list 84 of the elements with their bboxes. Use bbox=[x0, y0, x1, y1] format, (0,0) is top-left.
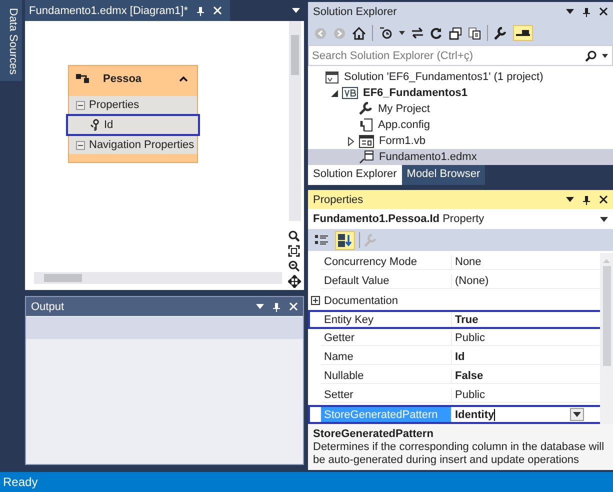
zoom-out-icon[interactable] bbox=[288, 260, 300, 272]
entity-property[interactable]: Id bbox=[66, 114, 200, 136]
fit-to-window-icon[interactable] bbox=[288, 245, 300, 257]
copy-files-icon[interactable] bbox=[468, 26, 481, 40]
refresh-icon[interactable] bbox=[430, 26, 443, 40]
property-value: (None) bbox=[451, 274, 600, 289]
property-value: Public bbox=[451, 331, 600, 346]
horizontal-scrollbar[interactable] bbox=[34, 272, 282, 284]
property-name[interactable]: Getter bbox=[321, 331, 451, 346]
entity-type-icon bbox=[75, 72, 91, 86]
property-value: False bbox=[451, 369, 600, 384]
description-title: StoreGeneratedPattern bbox=[313, 428, 434, 441]
panel-tab[interactable]: Solution Explorer bbox=[308, 165, 402, 185]
history-icon[interactable] bbox=[379, 26, 393, 40]
property-value: Id bbox=[451, 350, 600, 365]
tree-item[interactable]: EF6_Fundamentos1 bbox=[308, 85, 613, 101]
home-icon[interactable] bbox=[352, 26, 366, 40]
alphabetical-button[interactable] bbox=[335, 230, 355, 250]
form-icon bbox=[359, 134, 374, 148]
collapse-chevron-icon[interactable] bbox=[179, 76, 188, 82]
object-selector[interactable]: Fundamento1.Pessoa.Id Property bbox=[308, 209, 613, 229]
data-sources-tab[interactable]: Data Sources bbox=[0, 0, 22, 81]
sync-icon[interactable] bbox=[411, 27, 424, 39]
collapse-box-icon[interactable] bbox=[76, 100, 85, 110]
dropdown-icon[interactable] bbox=[573, 412, 581, 417]
solution-icon bbox=[325, 70, 339, 84]
pin-icon[interactable] bbox=[582, 6, 591, 16]
document-tab[interactable]: Fundamento1.edmx [Diagram1]* bbox=[25, 0, 230, 21]
tree-item[interactable]: App.config bbox=[308, 117, 613, 133]
panel-title: Output bbox=[31, 300, 64, 312]
section-label: Properties bbox=[89, 99, 140, 111]
collapsed-arrow-icon[interactable] bbox=[348, 136, 354, 146]
wrench-icon bbox=[359, 102, 373, 116]
wrench-icon[interactable] bbox=[494, 26, 507, 40]
dropdown-icon[interactable] bbox=[399, 31, 405, 35]
dropdown-icon[interactable] bbox=[256, 304, 264, 309]
pin-icon[interactable] bbox=[582, 194, 591, 204]
zoom-in-icon[interactable] bbox=[288, 230, 300, 242]
vertical-scrollbar[interactable] bbox=[289, 21, 301, 221]
close-icon[interactable] bbox=[599, 7, 608, 16]
tree-item[interactable]: Solution 'EF6_Fundamentos1' (1 project) bbox=[308, 69, 613, 85]
property-category[interactable]: Documentation bbox=[321, 294, 398, 306]
pin-icon[interactable] bbox=[272, 302, 281, 312]
entity-name: Pessoa bbox=[103, 73, 143, 85]
expand-box-icon[interactable] bbox=[311, 296, 320, 305]
vertical-scrollbar[interactable] bbox=[600, 253, 613, 424]
preview-icon bbox=[516, 29, 530, 37]
vb-project-icon bbox=[342, 87, 358, 99]
dropdown-icon[interactable] bbox=[566, 197, 574, 202]
value-dropdown-button[interactable] bbox=[570, 408, 584, 421]
tree-item[interactable]: Fundamento1.edmx bbox=[308, 149, 613, 165]
property-name[interactable]: Default Value bbox=[321, 274, 451, 289]
dropdown-icon[interactable] bbox=[602, 54, 608, 58]
section-label: Navigation Properties bbox=[89, 139, 194, 151]
description-text: Determines if the corresponding column in the database will be auto-generated during insert and update operations bbox=[313, 441, 606, 467]
property-name[interactable]: Setter bbox=[321, 388, 451, 403]
status-text: Ready bbox=[0, 472, 613, 492]
tree-item[interactable]: My Project bbox=[308, 101, 613, 117]
panel-tab[interactable]: Model Browser bbox=[402, 165, 486, 185]
property-name[interactable]: Name bbox=[321, 350, 451, 365]
tree-item[interactable]: Form1.vb bbox=[308, 133, 613, 149]
search-icon[interactable] bbox=[585, 50, 597, 62]
pin-icon[interactable] bbox=[196, 6, 205, 16]
panel-title: Solution Explorer bbox=[313, 6, 397, 18]
search-field[interactable]: Search Solution Explorer (Ctrl+ç) bbox=[309, 50, 580, 62]
dropdown-icon[interactable] bbox=[566, 9, 574, 14]
search-box[interactable]: Search Solution Explorer (Ctrl+ç) bbox=[308, 45, 613, 66]
document-tab-title: Fundamento1.edmx [Diagram1]* bbox=[29, 4, 188, 16]
entity-shape[interactable]: Pessoa Properties Id Navigation Properties bbox=[68, 65, 198, 163]
property-name[interactable]: Concurrency Mode bbox=[321, 255, 451, 270]
preview-toggle-button[interactable] bbox=[513, 25, 533, 41]
collapse-box-icon[interactable] bbox=[76, 140, 85, 150]
property-name[interactable]: Nullable bbox=[321, 369, 451, 384]
close-icon[interactable] bbox=[599, 195, 608, 204]
panel-title: Properties bbox=[313, 194, 364, 206]
property-value: Public bbox=[451, 388, 600, 403]
categorized-icon bbox=[315, 234, 328, 246]
expanded-arrow-icon[interactable] bbox=[330, 90, 338, 96]
dropdown-icon[interactable] bbox=[600, 216, 608, 222]
property-value: None bbox=[451, 255, 600, 270]
dropdown-icon[interactable] bbox=[292, 8, 300, 13]
config-file-icon bbox=[359, 118, 373, 132]
property-name[interactable]: Entity Key bbox=[321, 312, 451, 327]
sort-alphabetical-icon bbox=[338, 234, 352, 246]
